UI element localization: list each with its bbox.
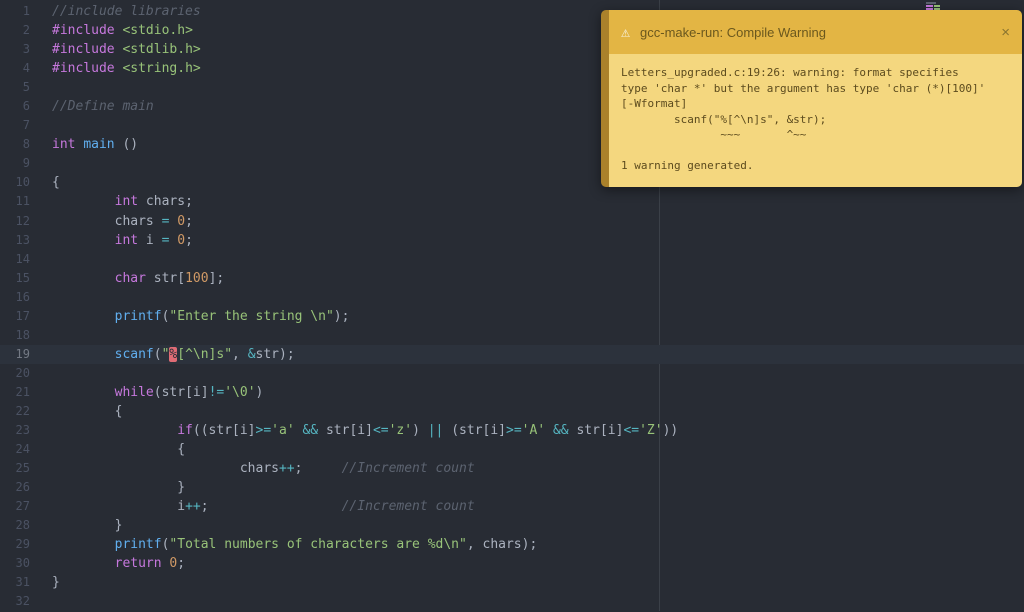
code-line[interactable]: 19 scanf("%[^\n]s", &str);	[0, 345, 1024, 364]
code-text: i++; //Increment count	[30, 497, 1024, 516]
code-line[interactable]: 32	[0, 592, 1024, 611]
line-number: 3	[0, 40, 30, 59]
code-text: scanf("%[^\n]s", &str);	[30, 345, 1024, 364]
code-text: chars++; //Increment count	[30, 459, 1024, 478]
line-number: 20	[0, 364, 30, 383]
line-number: 16	[0, 288, 30, 307]
notification-title: gcc-make-run: Compile Warning	[640, 25, 991, 40]
code-line[interactable]: 12 chars = 0;	[0, 212, 1024, 231]
code-line[interactable]: 18	[0, 326, 1024, 345]
code-line[interactable]: 20	[0, 364, 1024, 383]
code-line[interactable]: 17 printf("Enter the string \n");	[0, 307, 1024, 326]
line-number: 17	[0, 307, 30, 326]
code-text: int i = 0;	[30, 231, 1024, 250]
code-line[interactable]: 25 chars++; //Increment count	[0, 459, 1024, 478]
code-line[interactable]: 29 printf("Total numbers of characters a…	[0, 535, 1024, 554]
line-number: 8	[0, 135, 30, 154]
line-number: 1	[0, 2, 30, 21]
code-line[interactable]: 13 int i = 0;	[0, 231, 1024, 250]
line-number: 18	[0, 326, 30, 345]
line-number: 9	[0, 154, 30, 173]
code-text	[30, 326, 1024, 345]
notification-message: Letters_upgraded.c:19:26: warning: forma…	[609, 54, 1022, 187]
line-number: 29	[0, 535, 30, 554]
compile-warning-notification: ⚠ gcc-make-run: Compile Warning × Letter…	[601, 10, 1022, 187]
code-line[interactable]: 26 }	[0, 478, 1024, 497]
code-line[interactable]: 15 char str[100];	[0, 269, 1024, 288]
code-text: {	[30, 402, 1024, 421]
line-number: 23	[0, 421, 30, 440]
code-line[interactable]: 30 return 0;	[0, 554, 1024, 573]
notification-message-line: scanf("%[^\n]s", &str);	[621, 112, 1010, 128]
close-icon[interactable]: ×	[1001, 24, 1010, 41]
code-text: }	[30, 478, 1024, 497]
notification-message-line: 1 warning generated.	[621, 158, 1010, 174]
code-text	[30, 250, 1024, 269]
line-number: 31	[0, 573, 30, 592]
code-line[interactable]: 28 }	[0, 516, 1024, 535]
line-number: 32	[0, 592, 30, 611]
code-text: while(str[i]!='\0')	[30, 383, 1024, 402]
line-number: 10	[0, 173, 30, 192]
line-number: 25	[0, 459, 30, 478]
notification-message-line	[621, 143, 1010, 159]
code-text	[30, 288, 1024, 307]
notification-message-line: ~~~ ^~~	[621, 127, 1010, 143]
line-number: 28	[0, 516, 30, 535]
code-text: char str[100];	[30, 269, 1024, 288]
line-number: 22	[0, 402, 30, 421]
line-number: 19	[0, 345, 30, 364]
line-number: 27	[0, 497, 30, 516]
line-number: 15	[0, 269, 30, 288]
code-line[interactable]: 24 {	[0, 440, 1024, 459]
code-line[interactable]: 31}	[0, 573, 1024, 592]
code-text: {	[30, 440, 1024, 459]
code-line[interactable]: 14	[0, 250, 1024, 269]
line-number: 6	[0, 97, 30, 116]
line-number: 21	[0, 383, 30, 402]
code-line[interactable]: 16	[0, 288, 1024, 307]
notification-message-line: [-Wformat]	[621, 96, 1010, 112]
line-number: 11	[0, 192, 30, 211]
code-line[interactable]: 21 while(str[i]!='\0')	[0, 383, 1024, 402]
notification-message-line: type 'char *' but the argument has type …	[621, 81, 1010, 97]
line-number: 4	[0, 59, 30, 78]
line-number: 7	[0, 116, 30, 135]
code-line[interactable]: 23 if((str[i]>='a' && str[i]<='z') || (s…	[0, 421, 1024, 440]
code-line[interactable]: 22 {	[0, 402, 1024, 421]
code-text: }	[30, 516, 1024, 535]
code-text: printf("Enter the string \n");	[30, 307, 1024, 326]
code-text: return 0;	[30, 554, 1024, 573]
code-line[interactable]: 11 int chars;	[0, 192, 1024, 211]
code-text	[30, 592, 1024, 611]
code-line[interactable]: 27 i++; //Increment count	[0, 497, 1024, 516]
code-text: printf("Total numbers of characters are …	[30, 535, 1024, 554]
notification-header: ⚠ gcc-make-run: Compile Warning ×	[609, 10, 1022, 54]
warning-icon: ⚠	[621, 25, 630, 40]
line-number: 12	[0, 212, 30, 231]
line-number: 14	[0, 250, 30, 269]
code-text: }	[30, 573, 1024, 592]
notification-message-line: Letters_upgraded.c:19:26: warning: forma…	[621, 65, 1010, 81]
line-number: 24	[0, 440, 30, 459]
line-number: 30	[0, 554, 30, 573]
line-number: 13	[0, 231, 30, 250]
code-text: int chars;	[30, 192, 1024, 211]
line-number: 26	[0, 478, 30, 497]
line-number: 5	[0, 78, 30, 97]
code-text	[30, 364, 1024, 383]
code-text: if((str[i]>='a' && str[i]<='z') || (str[…	[30, 421, 1024, 440]
line-number: 2	[0, 21, 30, 40]
code-text: chars = 0;	[30, 212, 1024, 231]
